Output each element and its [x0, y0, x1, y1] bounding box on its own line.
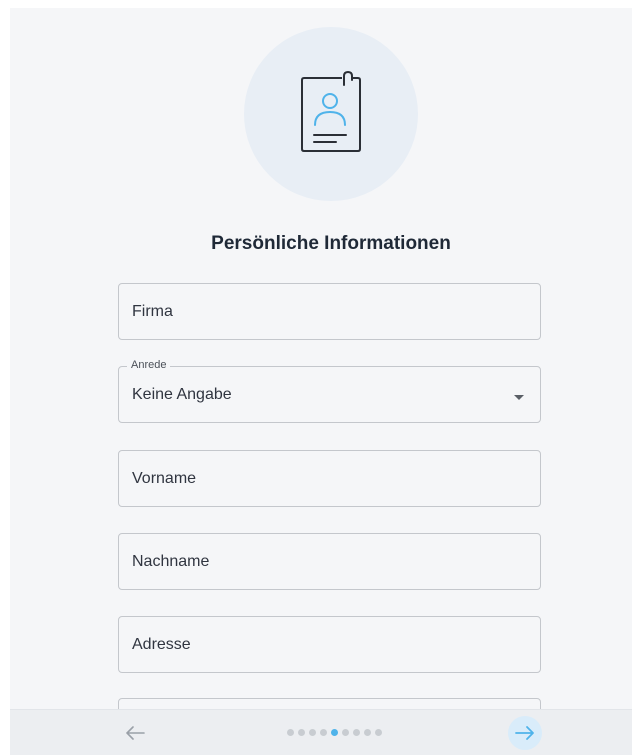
page-title: Persönliche Informationen: [211, 233, 451, 254]
step-dot: [320, 729, 327, 736]
arrow-left-icon: [126, 726, 145, 740]
step-dot: [298, 729, 305, 736]
arrow-right-icon: [515, 726, 534, 740]
form-card: Persönliche Informationen Firma Anrede K…: [10, 8, 632, 755]
hero-illustration: [244, 27, 418, 201]
company-field-label: Firma: [132, 302, 173, 320]
step-dot: [342, 729, 349, 736]
chevron-down-icon: [514, 395, 524, 400]
step-dot: [287, 729, 294, 736]
address-field[interactable]: Adresse: [118, 616, 541, 673]
first-name-field-label: Vorname: [132, 469, 197, 487]
company-field[interactable]: Firma: [118, 283, 541, 340]
id-card-icon: [301, 70, 361, 152]
step-indicator: [287, 729, 382, 737]
step-dot-active: [331, 729, 338, 736]
address-field-label: Adresse: [132, 635, 191, 653]
step-dot: [375, 729, 382, 736]
salutation-value: Keine Angabe: [132, 386, 232, 403]
back-button[interactable]: [122, 720, 148, 746]
last-name-field[interactable]: Nachname: [118, 533, 541, 590]
next-button[interactable]: [508, 716, 542, 750]
last-name-field-label: Nachname: [132, 552, 210, 570]
step-dot: [353, 729, 360, 736]
salutation-select[interactable]: Anrede Keine Angabe: [118, 359, 541, 423]
first-name-field[interactable]: Vorname: [118, 450, 541, 507]
salutation-legend: Anrede: [127, 359, 171, 371]
step-dot: [309, 729, 316, 736]
step-dot: [364, 729, 371, 736]
page: Persönliche Informationen Firma Anrede K…: [0, 0, 641, 755]
wizard-footer: [10, 709, 632, 755]
